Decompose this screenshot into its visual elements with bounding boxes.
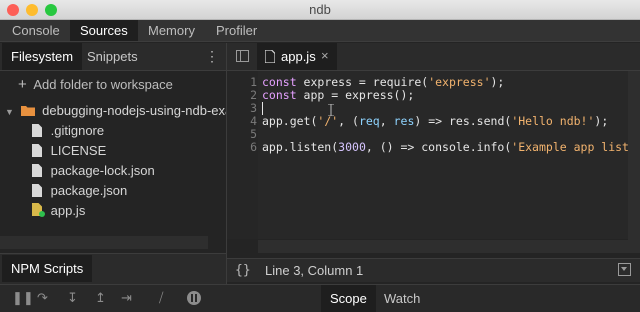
tab-scope[interactable]: Scope: [321, 285, 376, 312]
toggle-navigator-icon[interactable]: [236, 50, 249, 62]
line-number-gutter: 1 2 3 4 5 6: [227, 71, 258, 239]
file-item[interactable]: app.js: [32, 201, 85, 221]
tab-profiler[interactable]: Profiler: [206, 20, 267, 41]
file-item[interactable]: .gitignore: [32, 121, 104, 141]
line-number: 6: [250, 140, 257, 154]
editor-status-bar: {} Line 3, Column 1: [227, 258, 640, 282]
editor-tab-bar: app.js ×: [227, 43, 640, 71]
navigator-tab-bar: Filesystem Snippets ⋮: [0, 43, 226, 71]
navigator-more-icon[interactable]: ⋮: [205, 49, 219, 63]
step-into-icon[interactable]: ↧: [67, 290, 78, 306]
tree-horizontal-scrollbar[interactable]: [0, 236, 208, 249]
main-tab-bar: Console Sources Memory Profiler: [0, 20, 640, 42]
debugger-toolbar: ❚❚ ↷ ↧ ↥ ⇥ ⧸ Scope Watch: [0, 284, 640, 312]
step-out-icon[interactable]: ↥: [95, 290, 106, 306]
code-line-6: app.listen(3000, () => console.info('Exa…: [262, 141, 628, 154]
toggle-sidebar-icon[interactable]: [618, 263, 631, 276]
editor-vertical-scrollbar[interactable]: [628, 71, 640, 253]
tab-filesystem[interactable]: Filesystem: [2, 43, 83, 70]
file-item[interactable]: package-lock.json: [32, 161, 155, 181]
file-icon: [32, 124, 42, 137]
editor-horizontal-scrollbar[interactable]: [258, 240, 628, 253]
file-icon: [265, 50, 275, 63]
tab-memory[interactable]: Memory: [138, 20, 205, 41]
file-tree: + Add folder to workspace ▼ debugging-no…: [0, 71, 226, 253]
tab-watch[interactable]: Watch: [375, 285, 429, 312]
chevron-down-icon: ▼: [5, 107, 14, 117]
tab-sources[interactable]: Sources: [70, 20, 138, 41]
plus-icon: +: [18, 76, 27, 93]
editor-tab-app-js[interactable]: app.js ×: [257, 43, 337, 70]
window-title-bar: ndb: [0, 0, 640, 20]
tab-snippets[interactable]: Snippets: [78, 43, 147, 70]
deactivate-breakpoints-icon[interactable]: ⧸: [159, 290, 163, 306]
step-over-icon[interactable]: ↷: [37, 290, 48, 306]
file-icon: [32, 184, 42, 197]
close-tab-icon[interactable]: ×: [321, 48, 329, 63]
tab-npm-scripts[interactable]: NPM Scripts: [2, 255, 93, 282]
file-item[interactable]: LICENSE: [32, 141, 106, 161]
pretty-print-icon[interactable]: {}: [235, 263, 251, 278]
file-item[interactable]: package.json: [32, 181, 127, 201]
add-folder-button[interactable]: + Add folder to workspace: [18, 75, 173, 95]
step-icon[interactable]: ⇥: [121, 290, 132, 306]
file-icon: [32, 164, 42, 177]
pause-on-exceptions-icon[interactable]: [187, 291, 201, 305]
cursor-position: Line 3, Column 1: [265, 263, 364, 278]
file-icon: [32, 144, 42, 157]
code-line-2: const app = express();: [262, 88, 415, 102]
npm-scripts-bar: NPM Scripts: [0, 253, 226, 284]
code-line-4: app.get('/', (req, res) => res.send('Hel…: [262, 114, 609, 128]
active-file-icon: [32, 203, 45, 217]
window-title: ndb: [309, 2, 331, 17]
mouse-cursor-icon: [328, 103, 334, 117]
tab-console[interactable]: Console: [2, 20, 70, 41]
folder-icon: [20, 106, 35, 116]
folder-item[interactable]: ▼ debugging-nodejs-using-ndb-exam: [5, 101, 226, 121]
pause-icon[interactable]: ❚❚: [12, 290, 34, 306]
